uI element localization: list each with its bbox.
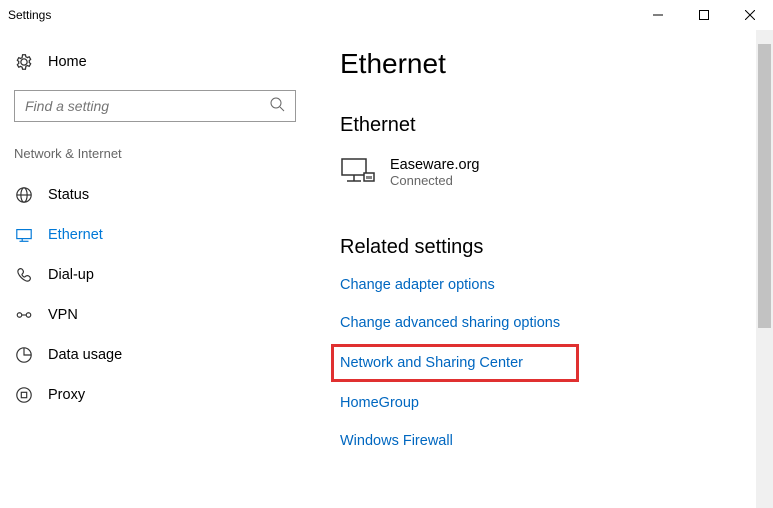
window-controls (635, 0, 773, 30)
sidebar-item-dialup[interactable]: Dial-up (10, 255, 300, 295)
link-homegroup[interactable]: HomeGroup (340, 395, 773, 411)
sidebar-item-label: Ethernet (48, 227, 103, 243)
link-network-sharing-center[interactable]: Network and Sharing Center (340, 353, 570, 373)
proxy-icon (14, 385, 34, 405)
ethernet-device-icon (340, 157, 376, 192)
sidebar-item-datausage[interactable]: Data usage (10, 335, 300, 375)
data-icon (14, 345, 34, 365)
maximize-button[interactable] (681, 0, 727, 30)
network-status: Connected (390, 173, 479, 188)
search-icon (269, 96, 285, 117)
scrollbar-thumb[interactable] (758, 44, 771, 328)
sidebar-item-label: VPN (48, 307, 78, 323)
network-name: Easeware.org (390, 157, 479, 173)
titlebar: Settings (0, 0, 773, 30)
globe-icon (14, 185, 34, 205)
search-input[interactable] (25, 98, 269, 114)
vpn-icon (14, 305, 34, 325)
phone-icon (14, 265, 34, 285)
sidebar-item-proxy[interactable]: Proxy (10, 375, 300, 415)
category-label: Network & Internet (10, 146, 300, 161)
link-change-adapter[interactable]: Change adapter options (340, 277, 773, 293)
sidebar-item-label: Proxy (48, 387, 85, 403)
sidebar: Home Network & Internet Status Ethernet (0, 30, 310, 508)
sidebar-item-vpn[interactable]: VPN (10, 295, 300, 335)
sidebar-item-status[interactable]: Status (10, 175, 300, 215)
search-box[interactable] (14, 90, 296, 122)
sidebar-item-label: Status (48, 187, 89, 203)
gear-icon (14, 52, 34, 72)
network-card[interactable]: Easeware.org Connected (340, 157, 773, 192)
scrollbar[interactable] (756, 30, 773, 508)
minimize-icon (653, 10, 663, 20)
section-heading: Ethernet (340, 114, 773, 137)
monitor-icon (14, 225, 34, 245)
home-button[interactable]: Home (10, 44, 300, 80)
link-windows-firewall[interactable]: Windows Firewall (340, 433, 773, 449)
maximize-icon (699, 10, 709, 20)
related-heading: Related settings (340, 236, 773, 259)
sidebar-item-ethernet[interactable]: Ethernet (10, 215, 300, 255)
close-button[interactable] (727, 0, 773, 30)
main-panel: Ethernet Ethernet Easeware.org Connected (310, 30, 773, 508)
sidebar-item-label: Data usage (48, 347, 122, 363)
window-title: Settings (8, 8, 635, 22)
page-title: Ethernet (340, 48, 773, 80)
close-icon (745, 10, 755, 20)
minimize-button[interactable] (635, 0, 681, 30)
home-label: Home (48, 54, 87, 70)
sidebar-item-label: Dial-up (48, 267, 94, 283)
link-change-advanced-sharing[interactable]: Change advanced sharing options (340, 315, 773, 331)
